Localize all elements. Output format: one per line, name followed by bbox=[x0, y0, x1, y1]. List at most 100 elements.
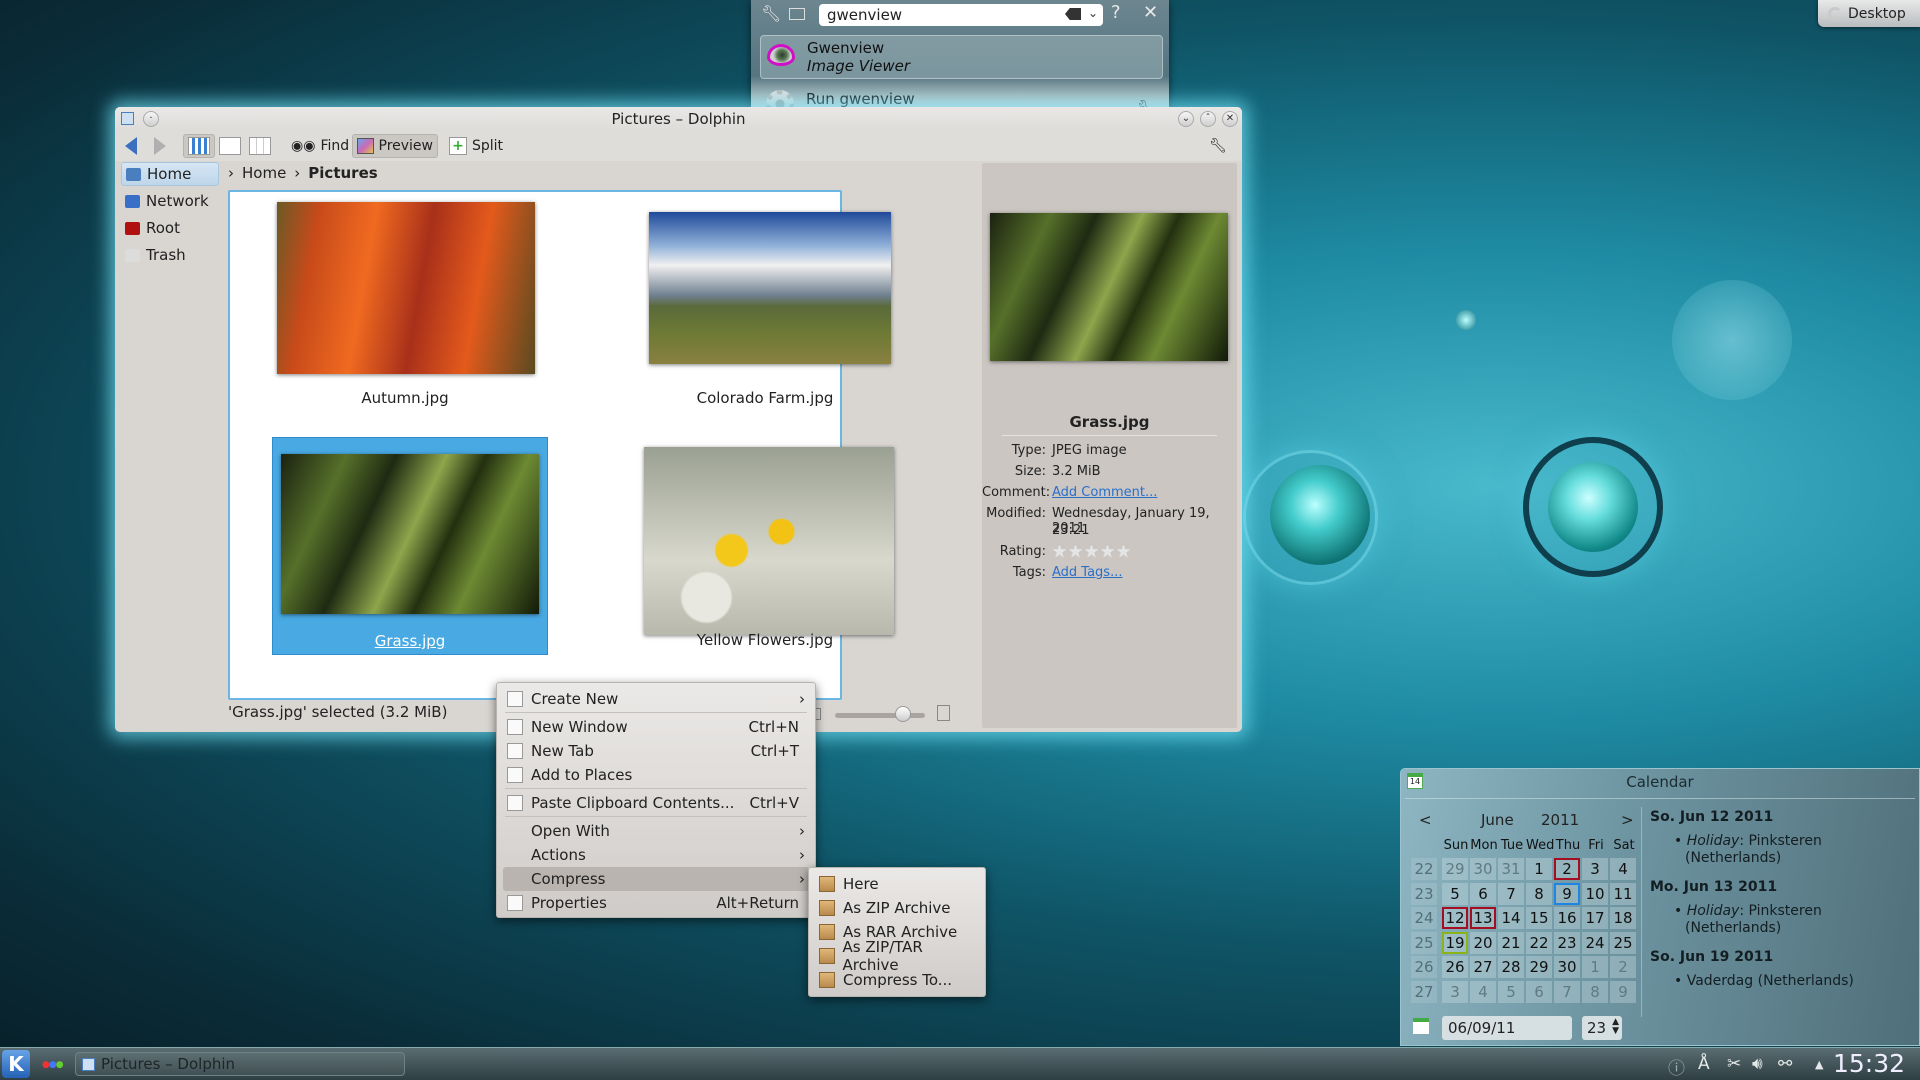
places-item-home[interactable]: Home bbox=[121, 162, 219, 186]
calendar-day[interactable]: 30 bbox=[1554, 956, 1580, 978]
star-icon[interactable] bbox=[1116, 544, 1131, 558]
compress-item[interactable]: Compress To... bbox=[815, 968, 979, 992]
calendar-day[interactable]: 14 bbox=[1498, 907, 1524, 929]
rating-stars[interactable] bbox=[1052, 544, 1237, 563]
details-view-button[interactable] bbox=[215, 134, 245, 158]
close-button[interactable]: ✕ bbox=[1222, 111, 1238, 127]
desktop-toolbox-button[interactable]: Desktop bbox=[1818, 0, 1920, 27]
calendar-day[interactable]: 4 bbox=[1610, 858, 1636, 880]
week-number[interactable]: 27 bbox=[1411, 980, 1437, 1003]
help-button[interactable]: ? bbox=[1111, 2, 1121, 23]
calendar-day[interactable]: 27 bbox=[1470, 956, 1496, 978]
next-month-button[interactable]: > bbox=[1621, 811, 1634, 829]
calendar-day[interactable]: 29 bbox=[1442, 858, 1468, 880]
show-hidden-icons-arrow[interactable]: ▲ bbox=[1815, 1058, 1823, 1071]
month-label[interactable]: June bbox=[1481, 811, 1514, 829]
calendar-day[interactable]: 4 bbox=[1470, 980, 1496, 1003]
file-view[interactable]: Autumn.jpg Colorado Farm.jpg Grass.jpg Y… bbox=[228, 190, 894, 700]
calendar-day[interactable]: 3 bbox=[1582, 858, 1608, 880]
star-icon[interactable] bbox=[1052, 544, 1067, 558]
compress-item[interactable]: Here bbox=[815, 872, 979, 896]
calendar-day[interactable]: 24 bbox=[1582, 931, 1608, 954]
menu-item-create-new[interactable]: Create New › bbox=[503, 687, 809, 711]
calendar-day[interactable]: 2 bbox=[1610, 956, 1636, 978]
calendar-day[interactable]: 29 bbox=[1526, 956, 1552, 978]
activity-dots-icon[interactable]: ●●● bbox=[42, 1060, 64, 1070]
volume-icon[interactable]: 🔊︎ bbox=[1752, 1054, 1763, 1074]
star-icon[interactable] bbox=[1084, 544, 1099, 558]
krunner-search-input[interactable]: gwenview ⌄ bbox=[819, 4, 1103, 26]
columns-view-button[interactable] bbox=[245, 134, 275, 158]
zoom-slider[interactable] bbox=[811, 705, 950, 722]
file-item[interactable]: Yellow Flowers.jpg bbox=[635, 437, 895, 657]
zoom-in-icon[interactable] bbox=[937, 705, 950, 721]
calendar-day[interactable]: 12 bbox=[1442, 907, 1468, 929]
calendar-day[interactable]: 8 bbox=[1526, 882, 1552, 905]
calendar-day[interactable]: 1 bbox=[1582, 956, 1608, 978]
today-icon[interactable] bbox=[1413, 1018, 1429, 1034]
menu-item-open-with[interactable]: Open With › bbox=[503, 819, 809, 843]
search-text[interactable]: gwenview bbox=[827, 6, 902, 24]
places-item-trash[interactable]: Trash bbox=[121, 243, 219, 267]
menu-item-new-tab[interactable]: New Tab Ctrl+T bbox=[503, 739, 809, 763]
compress-item[interactable]: As ZIP/TAR Archive bbox=[815, 938, 979, 974]
previous-month-button[interactable]: < bbox=[1419, 811, 1432, 829]
close-button[interactable]: ✕ bbox=[1143, 2, 1158, 23]
week-value[interactable]: 23 bbox=[1587, 1019, 1606, 1037]
menu-item-paste-clipboard-contents[interactable]: Paste Clipboard Contents... Ctrl+V bbox=[503, 791, 809, 815]
calendar-day[interactable]: 19 bbox=[1442, 931, 1468, 954]
date-input[interactable]: 06/09/11 bbox=[1442, 1016, 1572, 1040]
file-item[interactable]: Colorado Farm.jpg bbox=[635, 194, 895, 414]
calendar-day[interactable]: 11 bbox=[1610, 882, 1636, 905]
calendar-day[interactable]: 9 bbox=[1554, 882, 1580, 905]
calendar-day[interactable]: 9 bbox=[1610, 980, 1636, 1003]
split-button[interactable]: + Split bbox=[445, 134, 507, 158]
spin-arrows-icon[interactable]: ▲ ▼ bbox=[1612, 1018, 1619, 1036]
add-tags-link[interactable]: Add Tags... bbox=[1052, 565, 1237, 580]
back-button[interactable] bbox=[121, 134, 141, 158]
calendar-day[interactable]: 7 bbox=[1554, 980, 1580, 1003]
compress-item[interactable]: As ZIP Archive bbox=[815, 896, 979, 920]
activity-monitor-icon[interactable] bbox=[789, 8, 805, 20]
wrench-icon[interactable]: 🔧︎ bbox=[761, 4, 781, 23]
menu-item-actions[interactable]: Actions › bbox=[503, 843, 809, 867]
calendar-day[interactable]: 20 bbox=[1470, 931, 1496, 954]
chevron-down-icon[interactable]: ⌄ bbox=[1088, 6, 1098, 20]
file-item-selected[interactable]: Grass.jpg bbox=[272, 437, 548, 655]
calendar-day[interactable]: 15 bbox=[1526, 907, 1552, 929]
calendar-day[interactable]: 18 bbox=[1610, 907, 1636, 929]
network-icon[interactable]: Å bbox=[1698, 1054, 1710, 1074]
menu-item-add-to-places[interactable]: Add to Places bbox=[503, 763, 809, 787]
calendar-day[interactable]: 21 bbox=[1498, 931, 1524, 954]
calendar-day[interactable]: 5 bbox=[1498, 980, 1524, 1003]
places-item-root[interactable]: Root bbox=[121, 216, 219, 240]
star-icon[interactable] bbox=[1068, 544, 1083, 558]
preview-button[interactable]: Preview bbox=[352, 134, 438, 158]
calendar-day[interactable]: 6 bbox=[1526, 980, 1552, 1003]
menu-item-compress[interactable]: Compress › bbox=[503, 867, 809, 891]
icons-view-button[interactable] bbox=[183, 134, 215, 158]
calendar-day[interactable]: 30 bbox=[1470, 858, 1496, 880]
usb-device-icon[interactable]: ⚯ bbox=[1778, 1054, 1792, 1074]
calendar-day[interactable]: 1 bbox=[1526, 858, 1552, 880]
calendar-day[interactable]: 7 bbox=[1498, 882, 1524, 905]
week-number[interactable]: 26 bbox=[1411, 956, 1437, 978]
calendar-day[interactable]: 2 bbox=[1554, 858, 1580, 880]
add-comment-link[interactable]: Add Comment... bbox=[1052, 485, 1237, 500]
week-number[interactable]: 24 bbox=[1411, 907, 1437, 929]
calendar-day[interactable]: 6 bbox=[1470, 882, 1496, 905]
file-item[interactable]: Autumn.jpg bbox=[275, 194, 535, 414]
calendar-day[interactable]: 5 bbox=[1442, 882, 1468, 905]
calendar-day[interactable]: 23 bbox=[1554, 931, 1580, 954]
week-number[interactable]: 22 bbox=[1411, 858, 1437, 880]
taskbar-item-dolphin[interactable]: Pictures – Dolphin bbox=[75, 1052, 405, 1076]
star-icon[interactable] bbox=[1100, 544, 1115, 558]
calendar-day[interactable]: 17 bbox=[1582, 907, 1608, 929]
calendar-day[interactable]: 28 bbox=[1498, 956, 1524, 978]
calendar-day[interactable]: 10 bbox=[1582, 882, 1608, 905]
klipper-scissors-icon[interactable]: ✂ bbox=[1727, 1054, 1741, 1074]
menu-item-properties[interactable]: Properties Alt+Return bbox=[503, 891, 809, 915]
week-spinbox[interactable]: 23 ▲ ▼ bbox=[1582, 1016, 1622, 1040]
week-number[interactable]: 25 bbox=[1411, 931, 1437, 954]
slider-handle[interactable] bbox=[894, 706, 911, 722]
